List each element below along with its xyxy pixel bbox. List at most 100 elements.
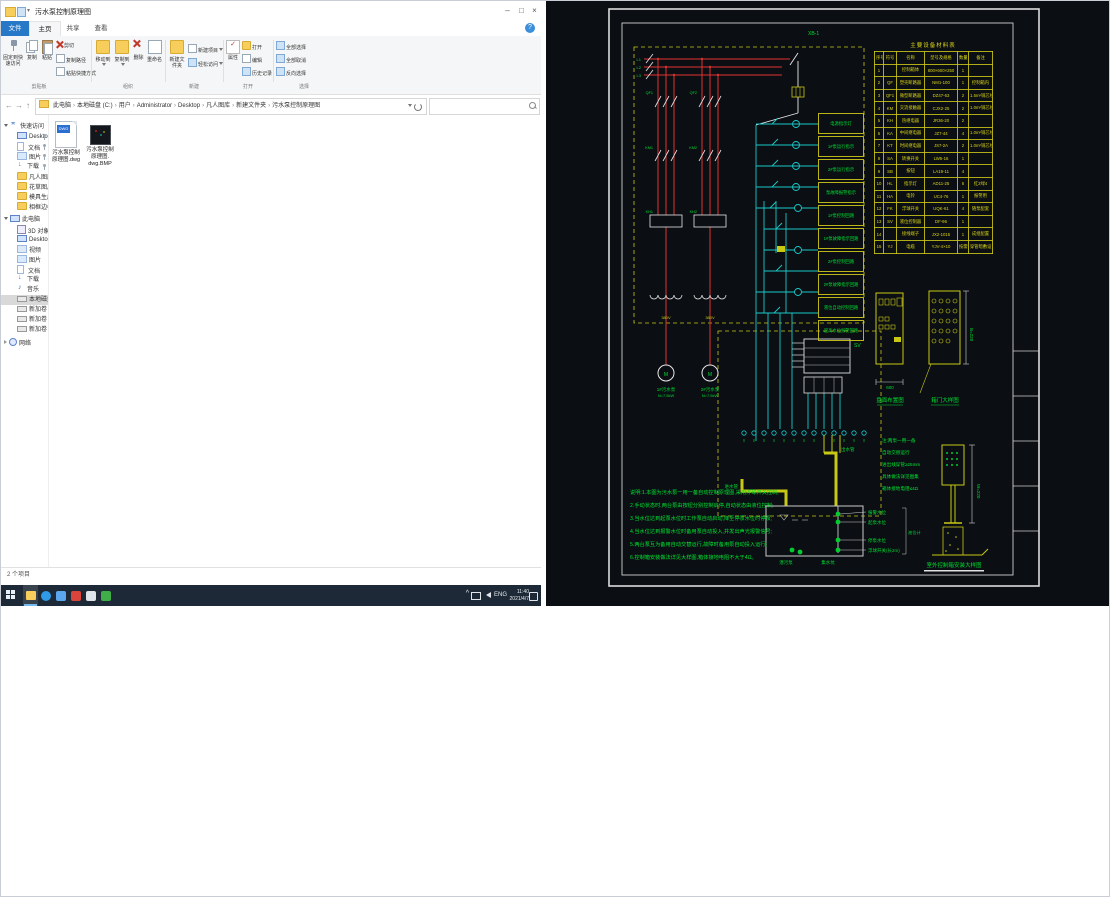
motor-label: 2#污水泵 xyxy=(701,386,720,393)
sidebar-item[interactable]: 文档 xyxy=(1,265,48,275)
sidebar-section[interactable]: 此电脑 xyxy=(1,215,48,225)
help-button[interactable]: ? xyxy=(525,23,535,33)
pane-divider[interactable] xyxy=(48,115,49,567)
properties-button[interactable]: ✓ 属性 xyxy=(226,39,240,83)
breadcrumb-item[interactable]: 此电脑 xyxy=(51,103,73,109)
start-button[interactable] xyxy=(6,590,16,600)
breadcrumb-item[interactable]: Administrator xyxy=(135,103,174,109)
maximize-button[interactable]: □ xyxy=(515,4,528,17)
group-label-open: 打开 xyxy=(242,84,253,90)
pin-to-quick-access-button[interactable]: 固定到快速访问 xyxy=(3,39,23,83)
tab-home[interactable]: 主页 xyxy=(29,21,61,37)
breadcrumb-item[interactable]: 新建文件夹 xyxy=(234,103,268,109)
chevron-icon[interactable] xyxy=(4,340,7,344)
tab-file[interactable]: 文件 xyxy=(1,21,29,36)
search-input[interactable] xyxy=(431,100,527,113)
open-button[interactable]: 打开 xyxy=(242,41,262,52)
note-line: 2.手动状态时,两台泵由按钮分别控制启停,自动状态由液位控制; xyxy=(630,503,774,509)
breadcrumb-item[interactable]: 本地磁盘 (C:) xyxy=(75,103,115,109)
tab-view[interactable]: 查看 xyxy=(87,21,115,36)
hidden-icons-chevron[interactable]: ^ xyxy=(466,590,469,597)
quick-access-toolbar-icon[interactable] xyxy=(17,7,26,17)
paste-button[interactable]: 粘贴 xyxy=(40,39,54,83)
tab-share[interactable]: 共享 xyxy=(59,21,87,36)
sidebar-item[interactable]: 花草图片素材 xyxy=(1,182,48,192)
sidebar-item[interactable]: Desktop xyxy=(1,132,48,142)
search-icon[interactable] xyxy=(529,102,536,109)
taskbar-app-app-red[interactable] xyxy=(68,585,83,606)
new-item-button[interactable]: 新建项目 xyxy=(188,44,224,55)
copy-to-button[interactable]: 复制到 xyxy=(113,39,131,83)
up-button[interactable]: ↑ xyxy=(26,101,30,111)
paste-shortcut-button[interactable]: 粘贴快捷方式 xyxy=(56,67,96,78)
delete-button[interactable]: 删除 xyxy=(132,39,145,83)
address-dropdown-icon[interactable] xyxy=(408,104,412,107)
forward-button[interactable]: → xyxy=(15,101,23,111)
sidebar-item[interactable]: 新加卷 (F:) xyxy=(1,325,48,335)
rename-button[interactable]: 重命名 xyxy=(146,39,163,83)
taskbar-app-file-explorer[interactable] xyxy=(23,585,38,606)
select-all-button[interactable]: 全部选择 xyxy=(276,41,306,52)
sidebar-item[interactable]: 新加卷 (E:) xyxy=(1,315,48,325)
cut-icon xyxy=(56,41,63,48)
sidebar-item[interactable]: 下载 xyxy=(1,275,48,285)
history-button[interactable]: 历史记录 xyxy=(242,67,272,78)
file-item-bmp[interactable]: 污水泵控制 原理图. dwg.BMP xyxy=(83,125,117,168)
sidebar-item[interactable]: 视频 xyxy=(1,245,48,255)
sidebar-section[interactable]: 快速访问 xyxy=(1,122,48,132)
volume-icon[interactable] xyxy=(486,592,491,598)
taskbar-app-notes-app[interactable] xyxy=(53,585,68,606)
note-line: 注:两泵一用一备 xyxy=(882,438,916,443)
sidebar-item[interactable]: 模具生成模型 xyxy=(1,192,48,202)
quick-access-caret-icon[interactable]: ▾ xyxy=(27,7,31,15)
table-header-cell: 数量 xyxy=(957,51,969,65)
minimize-button[interactable]: – xyxy=(501,4,514,17)
sidebar-item[interactable]: 音乐 xyxy=(1,285,48,295)
sidebar-item[interactable]: 下载 xyxy=(1,162,48,172)
select-none-button[interactable]: 全部取消 xyxy=(276,54,306,65)
taskbar-app-app-light[interactable] xyxy=(83,585,98,606)
taskbar-app-app-green[interactable] xyxy=(98,585,113,606)
edit-button[interactable]: 编辑 xyxy=(242,54,262,65)
table-row: 1 控制箱体 800×600×250 1 xyxy=(874,63,993,78)
sidebar-section[interactable]: 网络 xyxy=(1,338,48,348)
table-row: 10 HL 指示灯 AD11-25 6 红2绿4 xyxy=(874,176,993,191)
sidebar-item[interactable]: 本地磁盘 (C:) xyxy=(1,295,48,305)
dwg-file-icon: DWG xyxy=(55,121,77,148)
display-tray-icon[interactable] xyxy=(471,592,481,600)
ribbon-separator xyxy=(91,40,92,82)
screenshot-canvas: ▾ 污水泵控制原理图 – □ × 文件 主页 共享 查看 ? 固定到快速访问 复… xyxy=(0,0,1110,897)
taskbar-app-browser[interactable] xyxy=(38,585,53,606)
chevron-icon[interactable] xyxy=(4,217,8,220)
file-item-dwg[interactable]: DWG 污水泵控制 原理图.dwg xyxy=(47,121,85,164)
copy-path-button[interactable]: 复制路径 xyxy=(56,54,86,65)
easy-access-button[interactable]: 轻松访问 xyxy=(188,58,224,69)
sidebar-item[interactable]: 文档 xyxy=(1,142,48,152)
invert-selection-button[interactable]: 反向选择 xyxy=(276,67,306,78)
language-indicator[interactable]: ENG xyxy=(494,592,507,598)
copy-button[interactable]: 复制 xyxy=(25,39,39,83)
breadcrumb-item[interactable]: 污水泵控制原理图 xyxy=(270,103,322,109)
breadcrumb-item[interactable]: Desktop xyxy=(176,103,202,109)
breadcrumb-item[interactable]: 用户 xyxy=(117,103,133,109)
sidebar-item[interactable]: 凡人图库 xyxy=(1,172,48,182)
notification-center-icon[interactable] xyxy=(529,592,538,601)
svg-text:L2: L2 xyxy=(637,65,642,70)
move-to-button[interactable]: 移动到 xyxy=(94,39,112,83)
chevron-icon[interactable] xyxy=(4,124,8,127)
sidebar-item[interactable]: 新加卷 (D:) xyxy=(1,305,48,315)
sidebar-item[interactable]: 图片 xyxy=(1,255,48,265)
clock[interactable]: 11:40 2021/4/7 xyxy=(510,589,529,603)
breadcrumb-item[interactable]: 凡人图库 xyxy=(204,103,232,109)
sidebar-item[interactable]: 3D 对象 xyxy=(1,225,48,235)
cut-button[interactable]: 剪切 xyxy=(56,41,74,52)
app-red-icon xyxy=(70,590,81,601)
back-button[interactable]: ← xyxy=(5,101,13,111)
folder-icon xyxy=(5,7,16,17)
close-button[interactable]: × xyxy=(528,4,541,17)
sidebar-item[interactable]: Desktop xyxy=(1,235,48,245)
new-folder-button[interactable]: 新建文件夹 xyxy=(168,39,186,83)
refresh-icon[interactable] xyxy=(414,103,422,111)
sidebar-item[interactable]: 相框边框图 xyxy=(1,202,48,212)
sidebar-item[interactable]: 图片 xyxy=(1,152,48,162)
